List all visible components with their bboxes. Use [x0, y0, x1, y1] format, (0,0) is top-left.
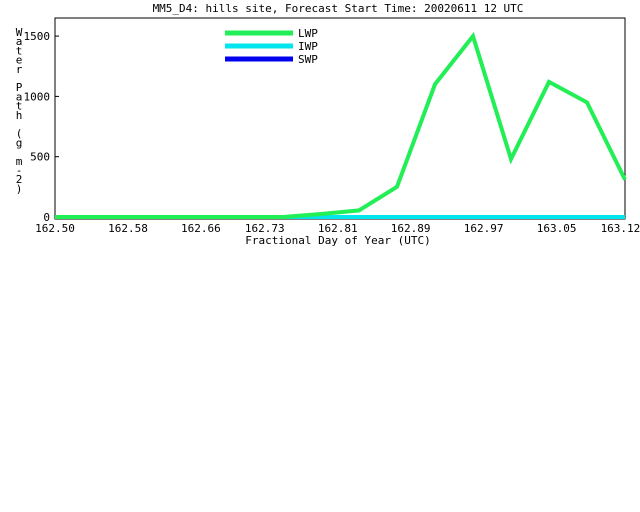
chart-title: MM5_D4: hills site, Forecast Start Time:… — [153, 2, 524, 15]
legend-label-swp: SWP — [298, 53, 318, 66]
series-layer — [55, 31, 627, 219]
plot-frame — [54, 17, 626, 220]
y-axis-label: WaterPath(gm-2) — [16, 26, 23, 195]
y-axis-ticks: 0 500 1000 1500 — [24, 30, 59, 224]
x-tick-label: 163.12 — [601, 222, 640, 235]
y-axis-label-char: h — [16, 109, 23, 122]
x-axis-title: Fractional Day of Year (UTC) — [245, 234, 430, 247]
y-tick-label: 0 — [43, 211, 50, 224]
chart: MM5_D4: hills site, Forecast Start Time:… — [16, 2, 640, 247]
x-tick-label: 163.05 — [537, 222, 577, 235]
x-tick-label: 162.97 — [464, 222, 504, 235]
legend: LWPIWPSWP — [225, 27, 318, 66]
legend-label-lwp: LWP — [298, 27, 318, 40]
y-axis-label-char: ) — [16, 182, 23, 195]
y-axis-label-char: r — [16, 63, 23, 76]
series-line-lwp — [55, 31, 627, 219]
x-tick-label: 162.58 — [108, 222, 148, 235]
x-tick-label: 162.50 — [35, 222, 75, 235]
y-tick-label: 1500 — [24, 30, 51, 43]
y-tick-label: 500 — [30, 151, 50, 164]
y-axis-label-char: g — [16, 136, 23, 149]
x-tick-label: 162.66 — [181, 222, 221, 235]
legend-label-iwp: IWP — [298, 40, 318, 53]
y-tick-label: 1000 — [24, 90, 51, 103]
